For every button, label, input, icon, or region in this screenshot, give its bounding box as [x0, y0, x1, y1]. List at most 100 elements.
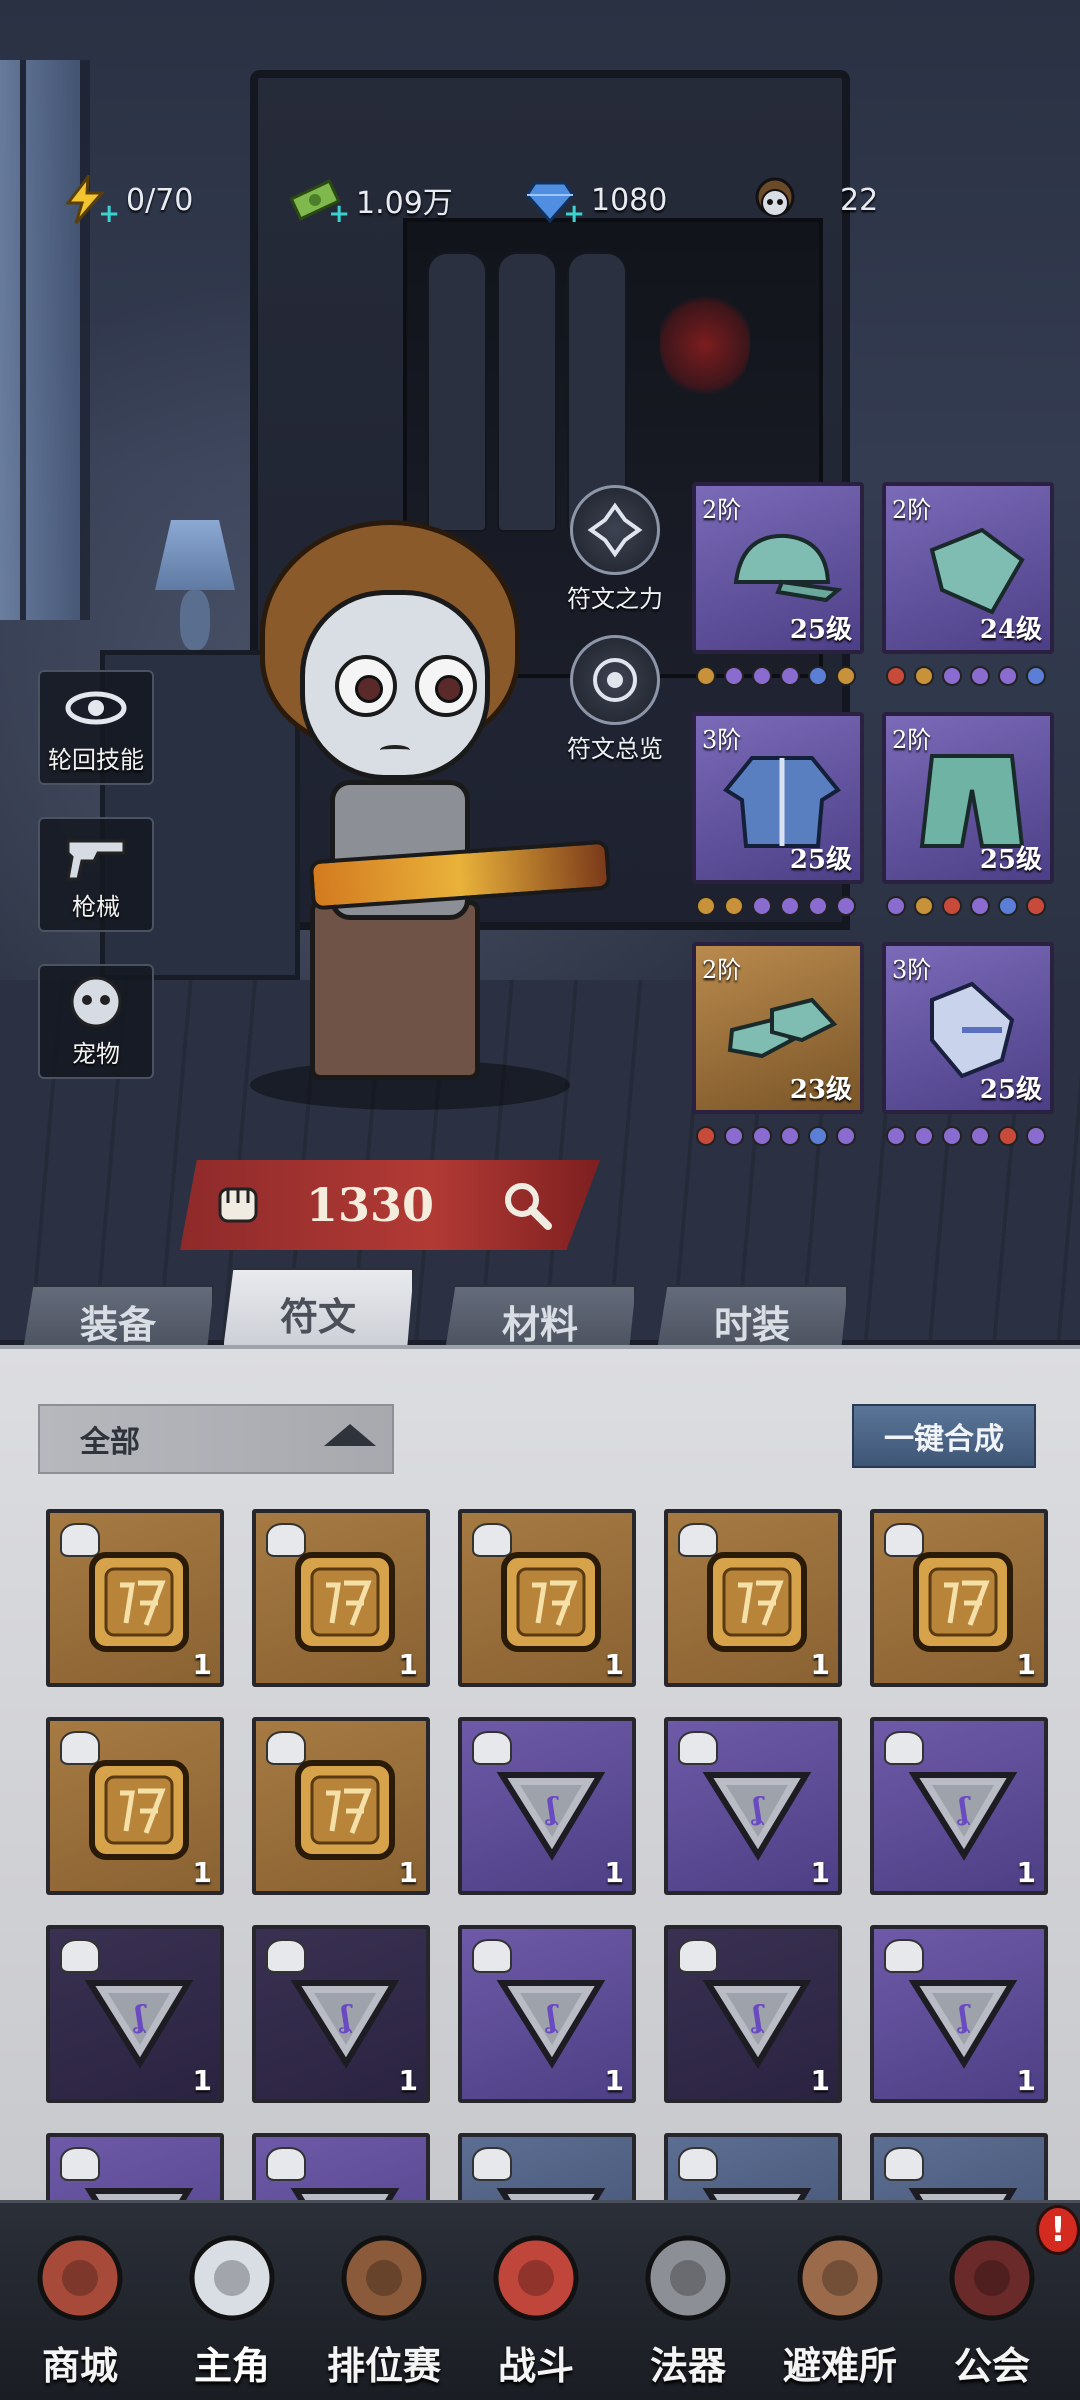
equipment-level: 24级 [979, 615, 1042, 645]
nav-battle[interactable]: 战斗 [461, 2223, 611, 2393]
rune-socket [998, 1126, 1018, 1146]
rune-socket [970, 1126, 990, 1146]
equipment-slot-glove[interactable]: 3阶 25级 [882, 942, 1054, 1114]
rune-item[interactable]: 1 [252, 1717, 430, 1895]
gems-resource[interactable]: + 1080 [525, 170, 667, 230]
rune-item[interactable]: 1 [46, 1509, 224, 1687]
avatar-resource[interactable]: 22 [750, 170, 878, 230]
filter-dropdown[interactable]: 全部 [38, 1404, 394, 1474]
gems-value: 1080 [591, 182, 668, 218]
silver-rune-icon: ʆ [496, 1963, 606, 2073]
diamond-icon: + [525, 175, 585, 229]
rune-item[interactable]: ʆ [252, 2133, 430, 2205]
rune-item[interactable]: 1 [870, 1509, 1048, 1687]
silver-rune-icon: ʆ [702, 1755, 812, 1865]
nav-shop[interactable]: 商城 [5, 2223, 155, 2393]
nav-hero[interactable]: 主角 [157, 2223, 307, 2393]
rune-socket [808, 666, 828, 686]
artifact-icon [633, 2223, 743, 2333]
rune-socket [914, 1126, 934, 1146]
rune-socket [808, 1126, 828, 1146]
rune-item[interactable]: ʆ [46, 2133, 224, 2205]
equipment-slot-shoes[interactable]: 2阶 23级 [692, 942, 864, 1114]
rune-item[interactable]: ʆ1 [870, 1717, 1048, 1895]
guild-alert-badge: ! [1036, 2205, 1080, 2255]
window [0, 60, 90, 620]
shoes-icon [722, 980, 842, 1080]
equipment-slot-pants[interactable]: 2阶 25级 [882, 712, 1054, 884]
rune-item[interactable]: ʆ1 [870, 1925, 1048, 2103]
svg-text:ʆ: ʆ [957, 2000, 971, 2035]
svg-text:ʆ: ʆ [957, 1792, 971, 1827]
rune-item[interactable]: ʆ1 [458, 1925, 636, 2103]
rune-overview-button[interactable]: 符文总览 [560, 635, 670, 764]
rune-item[interactable]: ʆ1 [664, 1717, 842, 1895]
nav-artifact[interactable]: 法器 [613, 2223, 763, 2393]
rune-power-button[interactable]: 符文之力 [560, 485, 670, 614]
hero-character[interactable] [220, 500, 612, 1120]
chevron-up-icon [324, 1424, 376, 1446]
avatar-icon [750, 175, 800, 225]
rune-count: 1 [1016, 1856, 1036, 1889]
inventory-panel: 全部 一键合成 1111111ʆ1ʆ1ʆ1ʆ1ʆ1ʆ1ʆ1ʆ1ʆʆʆʆʆ [0, 1345, 1080, 2205]
nav-label: 排位赛 [326, 2344, 441, 2388]
silver-rune-icon: ʆ [496, 1755, 606, 1865]
rune-overview-icon [570, 635, 660, 725]
gold-rune-icon [496, 1547, 606, 1657]
rune-socket [780, 666, 800, 686]
glove-icon [912, 980, 1032, 1080]
rune-count: 1 [192, 1648, 212, 1681]
rune-item[interactable]: ʆ1 [252, 1925, 430, 2103]
rune-socket [998, 896, 1018, 916]
rune-socket [836, 896, 856, 916]
firearms-button[interactable]: 枪械 [38, 817, 154, 932]
rune-item[interactable]: 1 [664, 1509, 842, 1687]
one-click-synthesize-button[interactable]: 一键合成 [852, 1404, 1036, 1468]
rune-item[interactable]: ʆ [870, 2133, 1048, 2205]
pants-icon [912, 750, 1032, 850]
svg-text:ʆ: ʆ [545, 1792, 559, 1827]
pet-button[interactable]: 宠物 [38, 964, 154, 1079]
nav-shelter[interactable]: 避难所 [765, 2223, 915, 2393]
rune-count: 1 [604, 1648, 624, 1681]
revolver-icon [64, 827, 128, 883]
stamina-resource[interactable]: + 0/70 [60, 170, 193, 230]
nav-label: 商城 [41, 2344, 118, 2388]
blood-handprint [660, 290, 750, 400]
magnifier-icon[interactable] [500, 1178, 556, 1234]
equipment-slot-scarf[interactable]: 2阶 24级 [882, 482, 1054, 654]
rune-item[interactable]: 1 [252, 1509, 430, 1687]
rune-socket [724, 666, 744, 686]
rune-socket [886, 666, 906, 686]
gold-rune-icon [84, 1755, 194, 1865]
rune-item[interactable]: 1 [458, 1509, 636, 1687]
rune-item[interactable]: 1 [46, 1717, 224, 1895]
rune-socket-dots [886, 1126, 1046, 1146]
bottom-nav: 商城 主角 排位赛 战斗 法器 避难所 公会 [0, 2200, 1080, 2400]
silver-rune-icon: ʆ [84, 1963, 194, 2073]
silver-rune-icon: ʆ [908, 1963, 1018, 2073]
equipment-slot-jacket[interactable]: 3阶 25级 [692, 712, 864, 884]
rune-socket-dots [696, 666, 856, 686]
gold-rune-icon [290, 1755, 400, 1865]
reincarnation-skill-button[interactable]: 轮回技能 [38, 670, 154, 785]
cash-resource[interactable]: + 1.09万 [289, 170, 453, 230]
rune-item[interactable]: ʆ1 [664, 1925, 842, 2103]
combat-power-value: 1330 [306, 1178, 435, 1232]
rune-count: 1 [810, 2064, 830, 2097]
combat-power-banner[interactable]: 1330 [180, 1160, 600, 1250]
rune-item[interactable]: ʆ [458, 2133, 636, 2205]
rune-socket [914, 896, 934, 916]
rune-item[interactable]: ʆ1 [458, 1717, 636, 1895]
equipment-slot-cap[interactable]: 2阶 25级 [692, 482, 864, 654]
cash-value: 1.09万 [356, 186, 453, 221]
rune-count: 1 [604, 1856, 624, 1889]
rune-item[interactable]: ʆ1 [46, 1925, 224, 2103]
rune-power-icon [570, 485, 660, 575]
nav-ranked[interactable]: 排位赛 [309, 2223, 459, 2393]
rune-socket [1026, 666, 1046, 686]
rune-socket-dots [696, 896, 856, 916]
rune-socket [752, 896, 772, 916]
equipment-level: 23级 [789, 1075, 852, 1105]
rune-item[interactable]: ʆ [664, 2133, 842, 2205]
